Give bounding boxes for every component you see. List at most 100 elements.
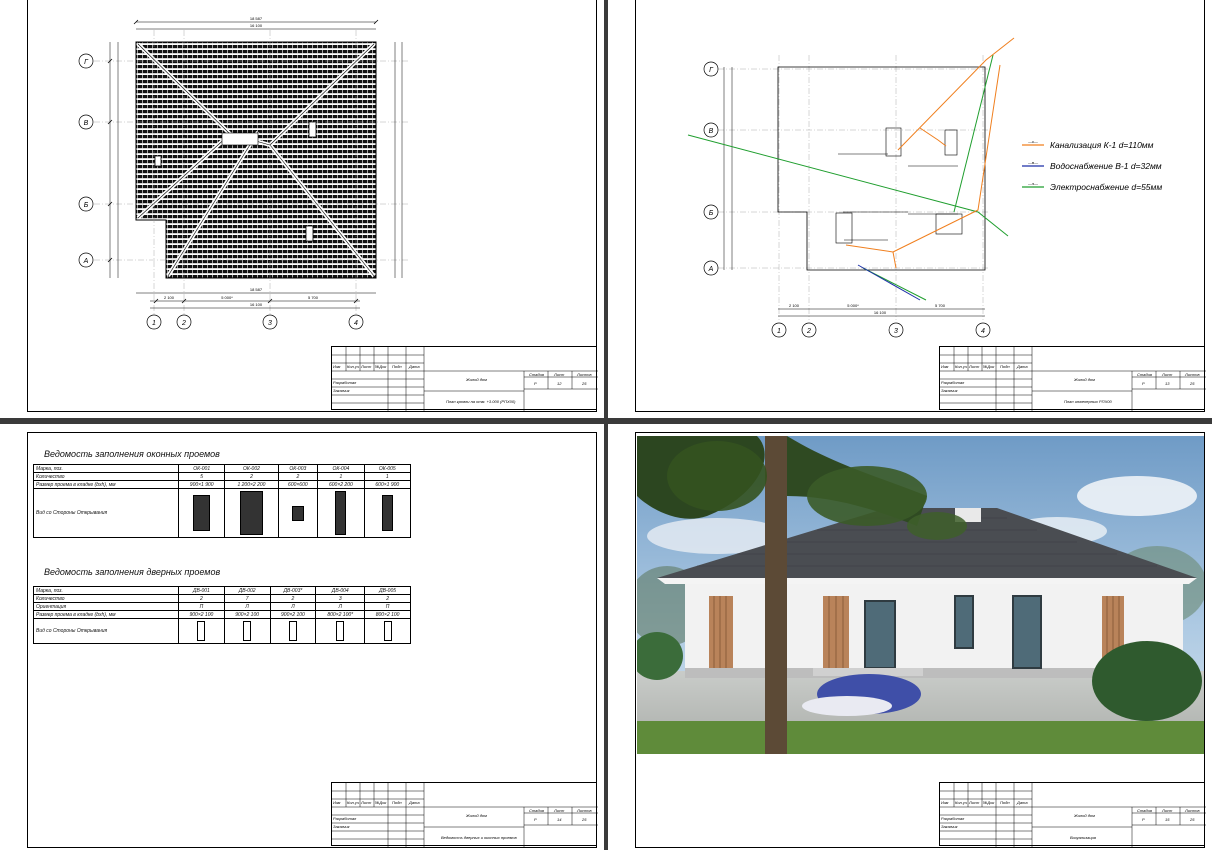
door-size: 900×2 100 <box>223 610 271 619</box>
stamp-header-data: Дата <box>409 364 420 369</box>
window-view-cell <box>277 488 319 538</box>
stamp-header-list: Лист <box>361 364 372 369</box>
row-label-size: Размер проема в кладке (bxh), мм <box>33 480 179 489</box>
stamp-header-podp: Подп <box>392 800 402 805</box>
window-icon <box>381 495 393 531</box>
door-qty: 3 <box>315 594 366 603</box>
stamp-header-podp: Подп <box>1000 800 1010 805</box>
stamp-header-list: Лист <box>969 364 980 369</box>
stamp-sheets-label: Листов <box>577 372 592 377</box>
sheet-utilities-plan[interactable]: 2 100 5 000* 5 700 16 100 Г В Б А 1 2 3 … <box>608 0 1212 418</box>
stamp-role-customer: Заказчик <box>941 388 958 393</box>
dim-span-2-3: 5 000* <box>847 303 859 308</box>
door-orientation: Л <box>315 602 366 611</box>
window-qty: 1 <box>363 472 412 481</box>
window-view-cell <box>224 488 279 538</box>
title-block: Изм Кол.уч Лист №Док Подп Дата Разработа… <box>939 346 1206 411</box>
door-orientation: Л <box>223 602 271 611</box>
dim-span-2-3: 5 000* <box>221 295 233 300</box>
row-label-qty: Количество <box>33 594 179 603</box>
stamp-header-list: Лист <box>361 800 372 805</box>
windows-schedule-table: Марка, поз. ОК-001 ОК-002 ОК-003 ОК-004 … <box>33 464 412 538</box>
stamp-header-doc: №Док <box>375 800 387 805</box>
door-size: 800×2 100* <box>315 610 366 619</box>
dim-span-1-2: 2 100 <box>164 295 175 300</box>
stamp-sheet-label: Лист <box>1162 808 1173 813</box>
door-mark: ДВ-003* <box>269 586 317 595</box>
door-qty: 2 <box>364 594 411 603</box>
stamp-object-name: Жилой дом <box>1074 377 1095 382</box>
stamp-role-customer: Заказчик <box>333 824 350 829</box>
title-block: Изм Кол.уч Лист №Док Подп Дата Разработа… <box>331 782 598 847</box>
axis-bubble-a: А <box>83 258 89 265</box>
house-render <box>637 436 1204 754</box>
stamp-stage-value: Р <box>1142 381 1145 386</box>
axis-bubble-4: 4 <box>354 320 358 327</box>
stamp-sheet-label: Лист <box>554 372 565 377</box>
axis-bubble-3: 3 <box>894 328 898 335</box>
stamp-stage-value: Р <box>534 381 537 386</box>
sheet-visualization[interactable]: Изм Кол.уч Лист №Док Подп Дата Разработа… <box>608 424 1212 850</box>
axis-bubble-v: В <box>84 120 89 127</box>
dim-bottom-outer: 18 587 <box>250 287 263 292</box>
row-label-size: Размер проема в кладке (bxh), мм <box>33 610 179 619</box>
stamp-header-data: Дата <box>1017 800 1028 805</box>
window-mark: ОК-002 <box>224 464 279 473</box>
table-row: Размер проема в кладке (bxh), мм 900×2 1… <box>33 610 411 619</box>
stamp-role-customer: Заказчик <box>333 388 350 393</box>
door-view-cell <box>178 618 225 644</box>
row-label-qty: Количество <box>33 472 179 481</box>
dim-span-1-2: 2 100 <box>789 303 800 308</box>
dim-total: 16 100 <box>874 310 887 315</box>
door-orientation: Л <box>269 602 317 611</box>
stamp-sheet-number: 12 <box>557 381 562 386</box>
dim-total-axes: 16 100 <box>250 23 263 28</box>
dim-span-3-4: 5 700 <box>935 303 946 308</box>
window-qty: 2 <box>224 472 279 481</box>
door-mark: ДВ-004 <box>315 586 366 595</box>
door-qty: 7 <box>223 594 271 603</box>
stamp-sheets-total: 25 <box>1190 817 1195 822</box>
row-label-orientation: Ориентация <box>33 602 179 611</box>
stamp-object-name: Жилой дом <box>466 377 487 382</box>
axis-bubble-2: 2 <box>181 320 186 327</box>
stamp-header-data: Дата <box>409 800 420 805</box>
stamp-stage-value: Р <box>534 817 537 822</box>
legend-electric-mark: —э— <box>1028 181 1038 186</box>
door-icon <box>243 621 252 641</box>
stamp-header-doc: №Док <box>375 364 387 369</box>
window-view-cell <box>317 488 365 538</box>
table-row: Вид со Стороны Открывания <box>33 618 411 644</box>
door-view-cell <box>315 618 366 644</box>
stamp-sheet-number: 13 <box>1165 381 1170 386</box>
window-icon <box>193 495 211 531</box>
window-size: 600×2 200 <box>317 480 365 489</box>
stamp-role-developer: Разработал <box>333 380 357 385</box>
stamp-header-kol: Кол.уч <box>347 364 359 369</box>
door-orientation: П <box>364 602 411 611</box>
door-icon <box>197 621 206 641</box>
legend-sewer-mark: —к— <box>1028 139 1038 144</box>
door-qty: 2 <box>178 594 225 603</box>
window-size: 600×600 <box>277 480 319 489</box>
doors-schedule-table: Марка, поз. ДВ-001 ДВ-002 ДВ-003* ДВ-004… <box>33 586 411 644</box>
stamp-sheet-title: Визуализация <box>1070 835 1096 840</box>
stamp-sheets-total: 25 <box>1190 381 1195 386</box>
window-size: 1 200×2 200 <box>224 480 279 489</box>
utilities-legend: —к— —в— —э— Канализация К-1 d=110мм Водо… <box>1022 139 1162 192</box>
door-icon <box>383 621 392 641</box>
window-mark: ОК-003 <box>277 464 319 473</box>
stamp-object-name: Жилой дом <box>1074 813 1095 818</box>
axis-bubble-2: 2 <box>806 328 811 335</box>
stamp-role-customer: Заказчик <box>941 824 958 829</box>
door-qty: 2 <box>269 594 317 603</box>
axis-bubble-1: 1 <box>777 328 781 335</box>
sheet-schedules[interactable]: Ведомость заполнения оконных проемов Мар… <box>0 424 604 850</box>
window-icon <box>239 491 263 535</box>
stamp-stage-value: Р <box>1142 817 1145 822</box>
window-size: 600×1 900 <box>363 480 412 489</box>
sheet-roof-plan[interactable]: 18 587 16 100 2 100 5 000* 5 700 18 587 … <box>0 0 604 418</box>
door-mark: ДВ-005 <box>364 586 411 595</box>
door-size: 800×2 100 <box>364 610 411 619</box>
window-qty: 1 <box>317 472 365 481</box>
